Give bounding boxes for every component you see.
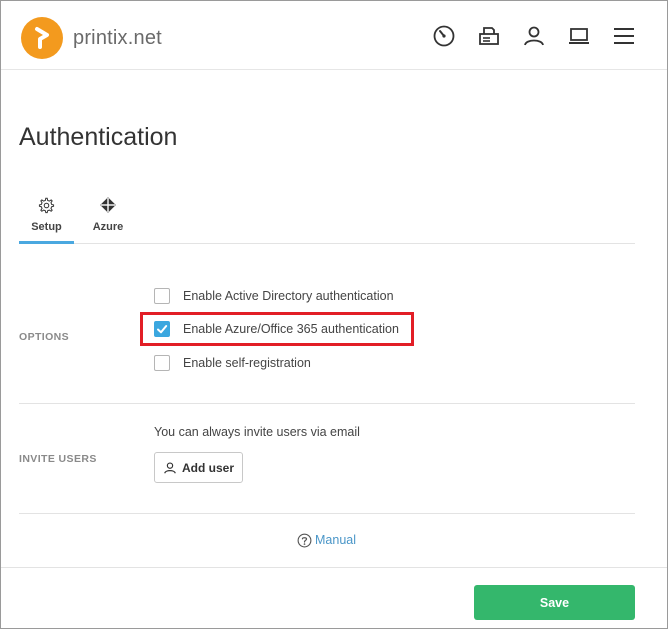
tab-setup-label: Setup	[31, 221, 62, 233]
app-window: printix.net Authentication Setup Azure O…	[0, 0, 668, 629]
top-header: printix.net	[1, 1, 667, 70]
tab-setup[interactable]: Setup	[19, 191, 74, 244]
menu-icon[interactable]	[611, 23, 637, 49]
save-label: Save	[539, 595, 570, 610]
save-button[interactable]: Save	[474, 585, 635, 620]
invite-users-section-label: INVITE USERS	[19, 453, 97, 465]
section-divider	[19, 403, 635, 404]
add-user-label: Add user	[181, 460, 234, 475]
manual-link[interactable]: Manual	[297, 531, 356, 549]
printix-logo-icon	[21, 17, 63, 59]
page-title: Authentication	[19, 123, 178, 151]
self-registration-checkbox[interactable]	[154, 355, 170, 371]
manual-label: Manual	[315, 533, 356, 547]
gear-icon	[38, 195, 55, 215]
tab-azure-label: Azure	[92, 221, 124, 233]
laptop-icon[interactable]	[566, 23, 592, 49]
option-active-directory[interactable]: Enable Active Directory authentication	[154, 286, 394, 306]
tab-azure[interactable]: Azure	[87, 191, 129, 241]
highlight-annotation-box	[140, 312, 414, 346]
option-label: Enable self-registration	[183, 356, 311, 370]
user-icon[interactable]	[521, 23, 547, 49]
footer-divider	[1, 567, 667, 568]
option-self-registration[interactable]: Enable self-registration	[154, 353, 311, 373]
logo-text: printix.net	[73, 26, 162, 49]
section-divider	[19, 513, 635, 514]
printer-icon[interactable]	[476, 23, 502, 49]
option-label: Enable Active Directory authentication	[183, 289, 394, 303]
user-icon	[163, 461, 177, 475]
tab-bar: Setup Azure	[19, 191, 635, 244]
options-section-label: OPTIONS	[19, 331, 70, 343]
add-user-button[interactable]: Add user	[154, 452, 243, 483]
dashboard-icon[interactable]	[431, 23, 457, 49]
invite-hint-text: You can always invite users via email	[154, 425, 360, 439]
active-directory-checkbox[interactable]	[154, 288, 170, 304]
printix-logo[interactable]: printix.net	[21, 16, 162, 60]
help-circle-icon	[297, 533, 312, 548]
azure-icon	[100, 195, 116, 215]
